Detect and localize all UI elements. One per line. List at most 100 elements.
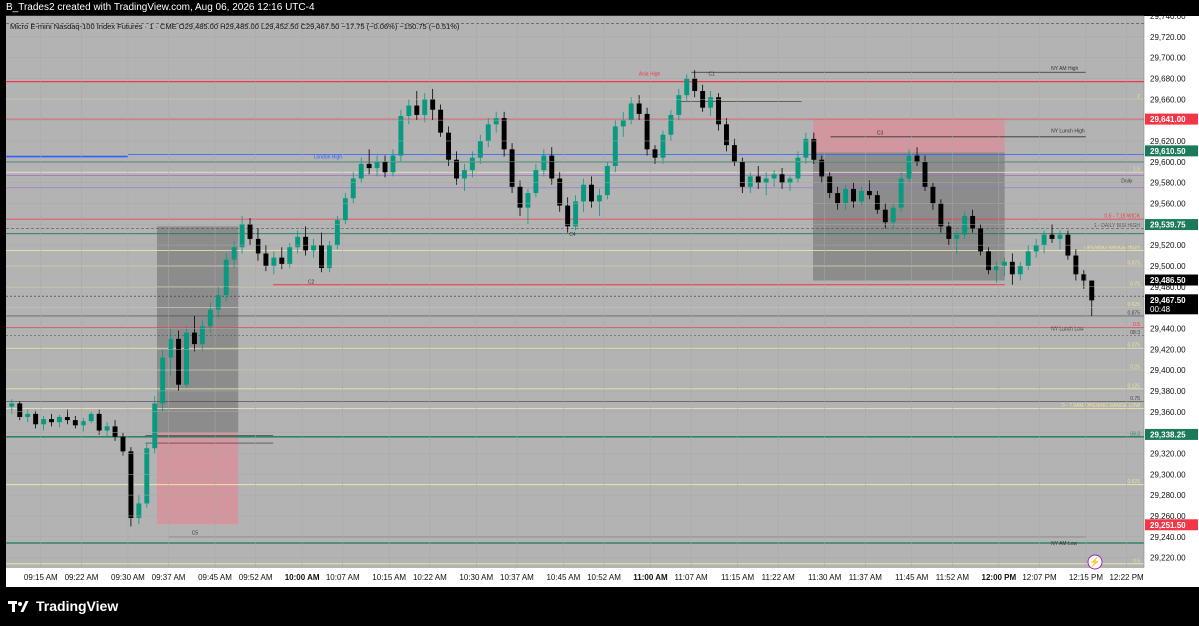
price-tick-label: 29,600.00 <box>1150 158 1186 167</box>
candle-body <box>374 161 380 169</box>
level-label: 0.75 <box>1130 396 1140 402</box>
candle-body <box>104 426 110 431</box>
price-badge-label: 29,610.50 <box>1150 147 1186 156</box>
price-tick-label: 29,400.00 <box>1150 366 1186 375</box>
price-tick-label: 29,440.00 <box>1150 324 1186 333</box>
annotation-label: Daily <box>1121 179 1133 185</box>
tradingview-logo[interactable]: TradingView <box>8 598 118 614</box>
time-tick-label: 11:00 AM <box>633 573 668 582</box>
candle-body <box>56 416 62 423</box>
candle-body <box>303 236 309 251</box>
time-tick-label: 09:15 AM <box>24 573 58 582</box>
candle-body <box>422 99 428 115</box>
time-tick-label: 12:07 PM <box>1022 573 1057 582</box>
candle-body <box>835 193 841 204</box>
candle-body <box>970 215 976 229</box>
candle-body <box>191 332 197 345</box>
time-tick-label: 11:15 AM <box>721 573 755 582</box>
candle-body <box>477 140 483 158</box>
candle-body <box>207 309 213 327</box>
candle-body <box>882 209 888 223</box>
candle-body <box>358 163 364 179</box>
annotation-label: C5 <box>192 531 199 537</box>
level-label: 2 <box>1137 94 1140 100</box>
candle-body <box>152 403 158 449</box>
level-label: 0.875 <box>1127 310 1140 316</box>
time-tick-label: 11:22 AM <box>762 573 796 582</box>
candle-body <box>1017 265 1023 275</box>
candle-body <box>96 413 102 431</box>
candle-body <box>541 155 547 171</box>
candle-body <box>1033 245 1039 252</box>
candle-body <box>112 426 118 437</box>
candle-body <box>271 257 277 266</box>
candle-body <box>906 155 912 179</box>
candle-body <box>64 416 70 421</box>
level-label: 0.625 <box>1127 479 1140 485</box>
candle-body <box>549 155 555 179</box>
candle-body <box>279 257 285 264</box>
level-label: 0.5 <box>1133 558 1140 564</box>
time-tick-label: 12:22 PM <box>1109 573 1144 582</box>
candle-body <box>17 403 23 417</box>
candle-body <box>922 161 928 187</box>
price-tick-label: 29,680.00 <box>1150 74 1186 83</box>
candle-body <box>517 186 523 208</box>
candle-body <box>581 184 587 202</box>
annotation-label: C2 <box>308 280 315 286</box>
candle <box>398 109 404 162</box>
alert-button[interactable]: ⚡ <box>1087 554 1103 570</box>
candle-body <box>993 265 999 271</box>
price-tick-label: 29,280.00 <box>1150 491 1186 500</box>
candle-body <box>946 226 952 239</box>
candle-body <box>827 176 833 194</box>
candle-body <box>1089 280 1095 301</box>
time-tick-label: 11:07 AM <box>675 573 709 582</box>
candle-body <box>461 170 467 179</box>
annotation-label: C3 <box>877 131 884 137</box>
candle-body <box>160 357 166 404</box>
price-badge-label: 29,641.00 <box>1150 115 1186 124</box>
annotation-label: NY AM Low <box>1051 541 1077 547</box>
price-tick-label: 29,240.00 <box>1150 533 1186 542</box>
candle-body <box>938 203 944 227</box>
candle-body <box>739 161 745 187</box>
candle-body <box>811 138 817 160</box>
candle-body <box>1009 261 1015 275</box>
candle-body <box>287 247 293 264</box>
time-tick-label: 11:30 AM <box>808 573 842 582</box>
candle-body <box>962 215 968 235</box>
level-label: 0.5 - 7.15 WICK <box>1104 214 1140 220</box>
level-label: 0.625 <box>1127 302 1140 308</box>
candle-body <box>1049 234 1055 239</box>
candle <box>128 447 134 527</box>
candle-body <box>676 95 682 115</box>
candle-body <box>446 132 452 160</box>
annotation-label: NY Lunch Low <box>1051 327 1084 333</box>
time-tick-label: 10:07 AM <box>326 573 360 582</box>
price-badge-label: 29,338.25 <box>1150 430 1186 439</box>
candle-body <box>72 420 78 426</box>
candle-body <box>668 114 674 135</box>
annotation-label: Asia High <box>639 71 661 77</box>
price-badge-label: 29,251.50 <box>1150 521 1186 530</box>
candle <box>144 443 150 508</box>
time-tick-label: 09:45 AM <box>198 573 232 582</box>
zone-box <box>156 432 239 525</box>
candle-body <box>176 338 182 385</box>
candle-body <box>319 245 324 269</box>
time-tick-label: 11:45 AM <box>895 573 929 582</box>
price-tick-label: 29,320.00 <box>1150 449 1186 458</box>
time-tick-label: 09:37 AM <box>152 573 186 582</box>
price-tick-label: 29,560.00 <box>1150 199 1186 208</box>
candle-body <box>168 338 174 358</box>
candle-body <box>41 419 47 425</box>
price-badge-label: 29,467.50 <box>1150 296 1186 305</box>
candlestick-chart[interactable]: 2 1.5 0.5 - 7.15 WICK 1 - DAILY BISI HIGH OP… <box>0 0 1199 587</box>
level-label: 09:3 <box>1130 431 1140 437</box>
time-tick-label: 10:00 AM <box>285 573 320 582</box>
price-tick-label: 29,520.00 <box>1150 241 1186 250</box>
annotation-label: NY Lunch High <box>1051 129 1085 135</box>
candle-body <box>454 159 459 179</box>
candle-body <box>986 251 991 271</box>
